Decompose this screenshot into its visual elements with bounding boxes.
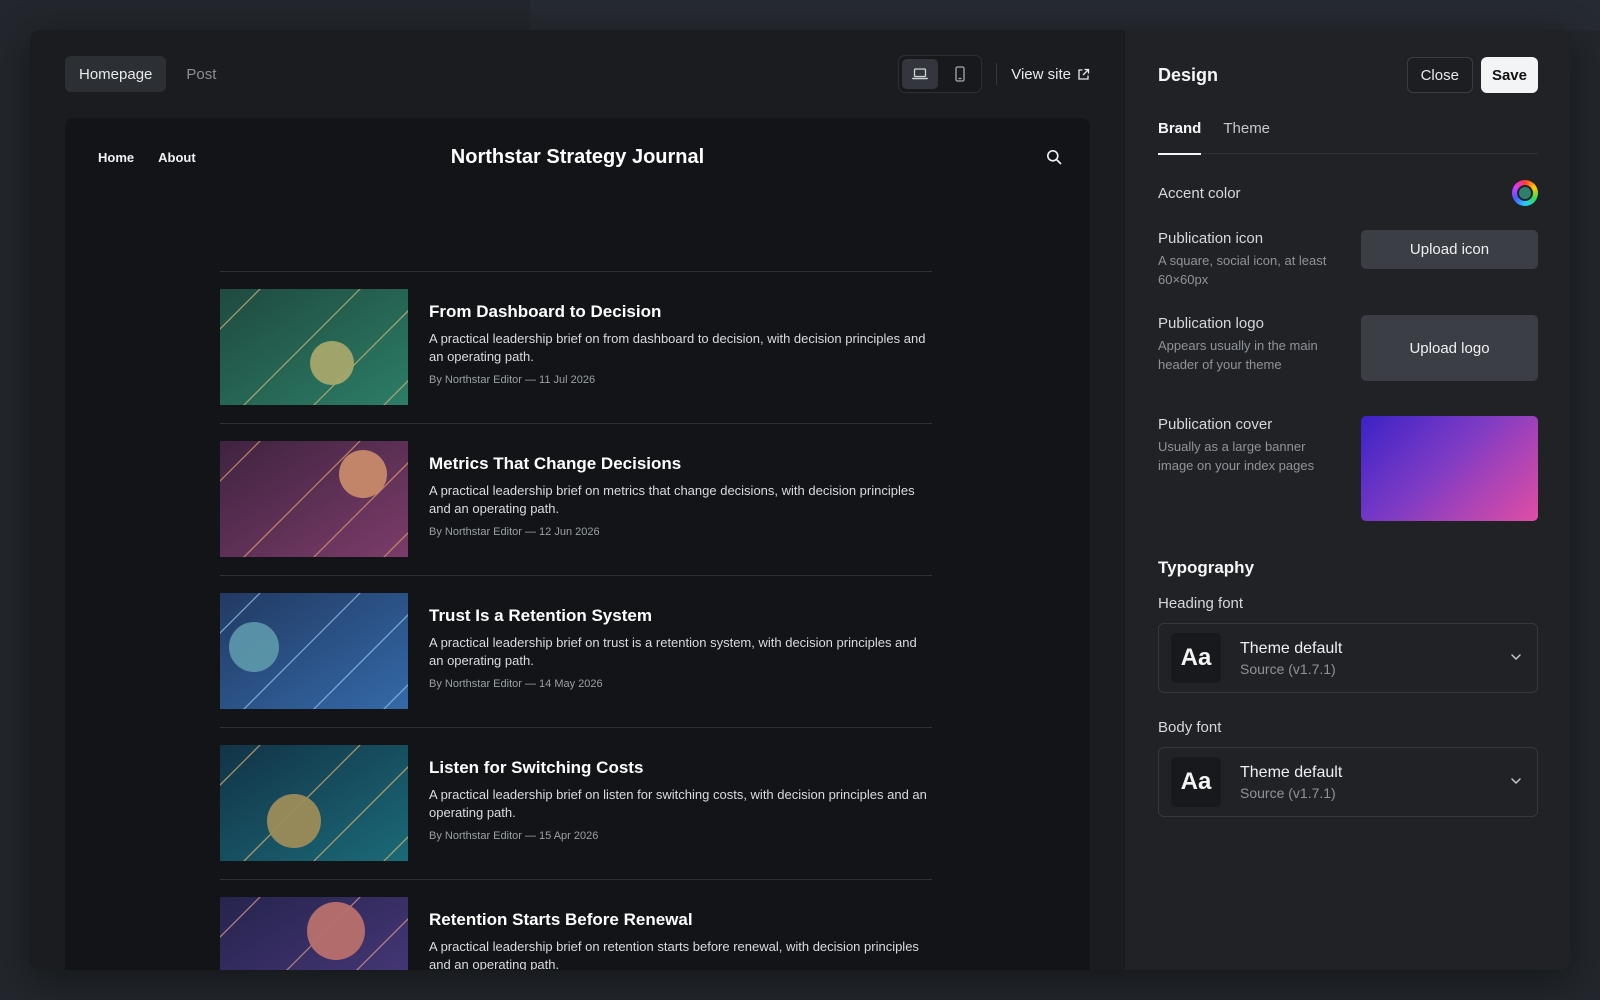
mobile-icon <box>955 66 965 82</box>
post-excerpt: A practical leadership brief on from das… <box>429 331 926 364</box>
post-card[interactable]: Trust Is a Retention System A practical l… <box>220 575 932 727</box>
preview-area: Homepage Post View site Home About North… <box>30 30 1125 970</box>
post-list: From Dashboard to Decision A practical le… <box>220 271 932 970</box>
accent-color-picker[interactable] <box>1512 180 1538 206</box>
publication-logo-hint: Appears usually in the main header of yo… <box>1158 338 1318 372</box>
toolbar-divider <box>996 63 998 85</box>
post-thumbnail <box>220 745 408 861</box>
site-title: Northstar Strategy Journal <box>450 146 705 168</box>
body-font-sample: Aa <box>1171 757 1221 807</box>
heading-font-info: Theme default Source (v1.7.1) <box>1240 640 1342 677</box>
chevron-down-icon <box>1511 778 1521 784</box>
publication-logo-text: Publication logo Appears usually in the … <box>1158 315 1343 374</box>
tab-theme[interactable]: Theme <box>1223 120 1270 154</box>
site-header: Home About Northstar Strategy Journal <box>65 118 1090 198</box>
post-body: Listen for Switching Costs A practical le… <box>429 745 929 879</box>
publication-icon-hint: A square, social icon, at least 60×60px <box>1158 253 1327 287</box>
post-title[interactable]: Retention Starts Before Renewal <box>429 910 929 930</box>
desktop-preview-button[interactable] <box>902 59 939 89</box>
preview-toolbar: Homepage Post View site <box>65 55 1090 93</box>
publication-cover-label: Publication cover <box>1158 416 1273 433</box>
publication-icon-text: Publication icon A square, social icon, … <box>1158 230 1343 289</box>
panel-tabs: Brand Theme <box>1158 120 1538 155</box>
post-thumbnail <box>220 897 408 970</box>
typography-heading: Typography <box>1158 558 1255 577</box>
heading-font-version: Source (v1.7.1) <box>1240 660 1336 677</box>
publication-cover-hint: Usually as a large banner image on your … <box>1158 439 1315 473</box>
site-preview: Home About Northstar Strategy Journal Fr… <box>65 118 1090 970</box>
body-font-label: Body font <box>1158 719 1222 736</box>
view-site-label: View site <box>1011 65 1071 83</box>
body-font-group: Body font Aa Theme default Source (v1.7.… <box>1158 719 1538 817</box>
post-excerpt: A practical leadership brief on metrics … <box>429 483 915 516</box>
design-settings-panel: Design Close Save Brand Theme Accent col… <box>1125 30 1570 970</box>
post-title[interactable]: Listen for Switching Costs <box>429 758 929 778</box>
post-title[interactable]: Trust Is a Retention System <box>429 606 929 626</box>
preview-actions: View site <box>898 55 1090 93</box>
body-font-info: Theme default Source (v1.7.1) <box>1240 764 1342 801</box>
tab-homepage[interactable]: Homepage <box>65 56 167 92</box>
heading-font-select[interactable]: Aa Theme default Source (v1.7.1) <box>1158 623 1538 693</box>
publication-cover-row: Publication cover Usually as a large ban… <box>1158 416 1538 521</box>
post-body: From Dashboard to Decision A practical le… <box>429 289 929 423</box>
post-thumbnail <box>220 441 408 557</box>
design-modal: Homepage Post View site Home About North… <box>30 30 1570 970</box>
post-title[interactable]: Metrics That Change Decisions <box>429 454 929 474</box>
panel-actions: Close Save <box>1406 57 1538 93</box>
publication-icon-label: Publication icon <box>1158 230 1264 247</box>
publication-cover-text: Publication cover Usually as a large ban… <box>1158 416 1343 475</box>
external-link-icon <box>1078 68 1090 80</box>
post-excerpt: A practical leadership brief on trust is… <box>429 635 917 668</box>
site-search-button[interactable] <box>1046 149 1062 170</box>
post-card[interactable]: Metrics That Change Decisions A practical… <box>220 423 932 575</box>
body-font-version: Source (v1.7.1) <box>1240 784 1336 801</box>
body-font-select[interactable]: Aa Theme default Source (v1.7.1) <box>1158 747 1538 817</box>
accent-color-row: Accent color <box>1158 179 1538 207</box>
post-meta: By Northstar Editor — 14 May 2026 <box>429 678 603 690</box>
panel-header: Design Close Save <box>1158 56 1538 94</box>
backdrop <box>530 0 1600 30</box>
save-button[interactable]: Save <box>1480 57 1538 93</box>
upload-logo-button[interactable]: Upload logo <box>1361 315 1538 381</box>
body-font-name: Theme default <box>1240 763 1343 781</box>
upload-icon-button[interactable]: Upload icon <box>1361 230 1538 269</box>
heading-font-group: Heading font Aa Theme default Source (v1… <box>1158 595 1538 693</box>
search-icon <box>1047 150 1062 165</box>
heading-font-name: Theme default <box>1240 639 1343 657</box>
post-thumbnail <box>220 593 408 709</box>
laptop-icon <box>912 68 929 80</box>
panel-title: Design <box>1158 64 1219 85</box>
heading-font-label: Heading font <box>1158 595 1244 612</box>
preview-tabs: Homepage Post <box>65 56 230 92</box>
post-card[interactable]: From Dashboard to Decision A practical le… <box>220 271 932 423</box>
post-thumbnail <box>220 289 408 405</box>
post-excerpt: A practical leadership brief on retentio… <box>429 939 919 970</box>
publication-logo-label: Publication logo <box>1158 315 1264 332</box>
post-card[interactable]: Retention Starts Before Renewal A practic… <box>220 879 932 970</box>
publication-cover-image[interactable] <box>1361 416 1538 521</box>
post-card[interactable]: Listen for Switching Costs A practical le… <box>220 727 932 879</box>
close-button[interactable]: Close <box>1406 57 1473 93</box>
device-toggle <box>898 55 983 93</box>
tab-brand[interactable]: Brand <box>1158 120 1202 155</box>
post-meta: By Northstar Editor — 15 Apr 2026 <box>429 830 599 842</box>
post-body: Metrics That Change Decisions A practical… <box>429 441 929 575</box>
post-excerpt: A practical leadership brief on listen f… <box>429 787 927 820</box>
publication-logo-row: Publication logo Appears usually in the … <box>1158 315 1538 381</box>
mobile-preview-button[interactable] <box>942 59 978 89</box>
post-body: Retention Starts Before Renewal A practic… <box>429 897 929 970</box>
accent-color-swatch <box>1517 185 1533 201</box>
heading-font-sample: Aa <box>1171 633 1221 683</box>
post-title[interactable]: From Dashboard to Decision <box>429 302 929 322</box>
post-meta: By Northstar Editor — 12 Jun 2026 <box>429 526 600 538</box>
post-body: Trust Is a Retention System A practical l… <box>429 593 929 727</box>
publication-icon-row: Publication icon A square, social icon, … <box>1158 230 1538 289</box>
view-site-link[interactable]: View site <box>1011 66 1090 83</box>
post-meta: By Northstar Editor — 11 Jul 2026 <box>429 374 596 386</box>
chevron-down-icon <box>1511 654 1521 660</box>
accent-color-label: Accent color <box>1158 184 1241 202</box>
tab-post[interactable]: Post <box>172 56 230 92</box>
